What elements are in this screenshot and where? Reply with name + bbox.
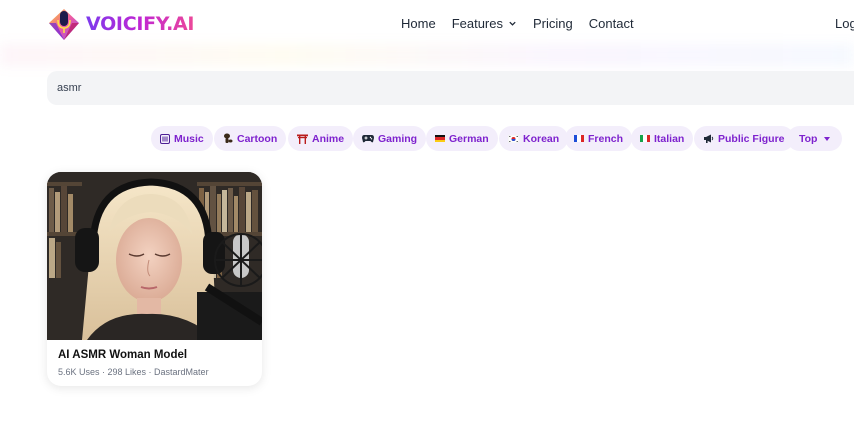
megaphone-icon: [703, 134, 714, 143]
brand-name: VOICIFY.AI: [86, 13, 195, 35]
filter-chip-label: Korean: [523, 132, 560, 145]
gamepad-icon: [362, 134, 374, 143]
caret-down-icon: [824, 136, 831, 141]
filter-chip-music[interactable]: Music: [151, 126, 213, 151]
italian-flag-icon: [640, 135, 650, 142]
nav-features[interactable]: Features: [452, 16, 517, 31]
filter-chip-label: Gaming: [378, 132, 418, 145]
filter-chip-gaming[interactable]: Gaming: [353, 126, 427, 151]
filter-chip-public-figure[interactable]: Public Figure: [694, 126, 794, 151]
filter-chip-cartoon[interactable]: Cartoon: [214, 126, 287, 151]
sort-dropdown[interactable]: Top: [787, 126, 843, 151]
french-flag-icon: [574, 135, 584, 142]
filter-chip-label: Anime: [312, 132, 345, 145]
filter-chip-korean[interactable]: Korean: [499, 126, 569, 151]
nav-login[interactable]: Log: [835, 16, 854, 31]
model-title: AI ASMR Woman Model: [58, 349, 188, 361]
site-header: VOICIFY.AI Home Features Pricing Contact…: [0, 0, 854, 50]
cartoon-icon: [223, 133, 233, 144]
filter-chip-label: French: [588, 132, 624, 145]
model-thumbnail: [47, 172, 262, 340]
torii-icon: [297, 134, 308, 144]
brand-logo[interactable]: VOICIFY.AI: [46, 6, 195, 42]
sort-dropdown-label: Top: [799, 132, 818, 145]
chevron-down-icon: [509, 21, 516, 26]
filter-chip-label: Music: [174, 132, 204, 145]
search-input[interactable]: [47, 71, 854, 105]
main-nav: Home Features Pricing Contact: [401, 16, 650, 31]
filter-chip-label: Cartoon: [237, 132, 278, 145]
filter-chip-label: Italian: [654, 132, 685, 145]
nav-home[interactable]: Home: [401, 16, 436, 31]
filter-chip-italian[interactable]: Italian: [631, 126, 694, 151]
filter-chip-label: German: [449, 132, 489, 145]
german-flag-icon: [435, 135, 445, 142]
filter-chip-german[interactable]: German: [426, 126, 498, 151]
filter-chip-french[interactable]: French: [565, 126, 633, 151]
music-icon: [160, 133, 170, 144]
model-meta: 5.6K Uses · 298 Likes · DastardMater: [58, 367, 209, 377]
logo-mic-icon: [49, 9, 79, 40]
nav-features-label: Features: [451, 16, 503, 31]
filter-chip-anime[interactable]: Anime: [288, 126, 354, 151]
header-glow: [0, 44, 854, 66]
filter-chip-label: Public Figure: [718, 132, 785, 145]
korean-flag-icon: [508, 134, 519, 143]
nav-pricing[interactable]: Pricing: [533, 16, 573, 31]
nav-contact[interactable]: Contact: [589, 16, 634, 31]
voice-model-card[interactable]: AI ASMR Woman Model 5.6K Uses · 298 Like…: [47, 172, 262, 386]
